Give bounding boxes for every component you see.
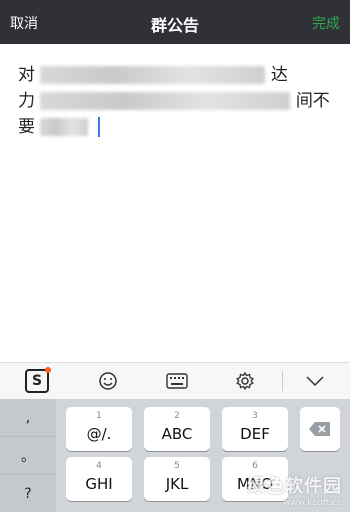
text-cursor — [97, 117, 100, 137]
text-line-2-end: 间不 — [295, 91, 330, 111]
redacted-text — [40, 118, 89, 136]
text-line-2-start: 力 — [18, 91, 35, 111]
keyboard: , 。 ? 1 @/. 2 ABC 3 DEF 4 GHI 5 JKL 6 MN… — [0, 399, 350, 512]
chevron-down-icon — [306, 376, 324, 387]
done-button[interactable]: 完成 — [312, 13, 340, 33]
nav-bar: 取消 群公告 完成 — [0, 0, 350, 44]
redacted-text — [40, 66, 266, 84]
sogou-logo-icon: S — [25, 367, 51, 393]
page-title: 群公告 — [150, 16, 199, 35]
key-number: 4 — [96, 461, 102, 471]
key-number: 5 — [174, 461, 180, 471]
sogou-logo-button[interactable]: S — [17, 363, 57, 399]
redacted-text — [40, 92, 291, 110]
watermark: 绿色软件园 www.ksoft.cc — [247, 472, 342, 508]
key-number: 3 — [252, 411, 258, 421]
backspace-icon — [309, 422, 330, 436]
key-number: 1 — [96, 411, 102, 421]
punctuation-column: , 。 ? — [0, 399, 56, 512]
settings-button[interactable] — [225, 363, 265, 399]
key-3[interactable]: 3 DEF — [222, 407, 288, 451]
keyboard-switch-button[interactable] — [157, 363, 197, 399]
delete-key[interactable] — [300, 407, 340, 451]
key-1[interactable]: 1 @/. — [66, 407, 132, 451]
announcement-text[interactable]: 对 达 力 间不 要 — [18, 62, 336, 140]
text-line-2: 力 间不 — [18, 88, 336, 114]
key-number: 2 — [174, 411, 180, 421]
text-line-1-end: 达 — [270, 65, 288, 85]
keyboard-icon — [166, 373, 188, 389]
announcement-editor[interactable]: 对 达 力 间不 要 — [0, 44, 350, 362]
key-4[interactable]: 4 GHI — [66, 457, 132, 501]
watermark-url: www.ksoft.cc — [283, 498, 342, 508]
emoji-button[interactable] — [88, 363, 128, 399]
emoji-icon — [99, 372, 117, 390]
text-line-1-start: 对 — [18, 65, 35, 85]
punct-key[interactable]: 。 — [0, 437, 56, 475]
key-2[interactable]: 2 ABC — [144, 407, 210, 451]
settings-icon — [236, 371, 254, 391]
text-line-3-start: 要 — [18, 117, 35, 137]
key-5[interactable]: 5 JKL — [144, 457, 210, 501]
punct-key[interactable]: ? — [0, 475, 56, 512]
collapse-keyboard-button[interactable] — [295, 363, 335, 399]
text-line-3: 要 — [18, 114, 336, 140]
punct-key[interactable]: , — [0, 399, 56, 437]
watermark-title: 绿色软件园 — [247, 476, 342, 497]
ime-toolbar: S — [0, 362, 350, 400]
key-number: 6 — [252, 461, 258, 471]
toolbar-divider — [282, 371, 283, 391]
text-line-1: 对 达 — [18, 62, 336, 88]
